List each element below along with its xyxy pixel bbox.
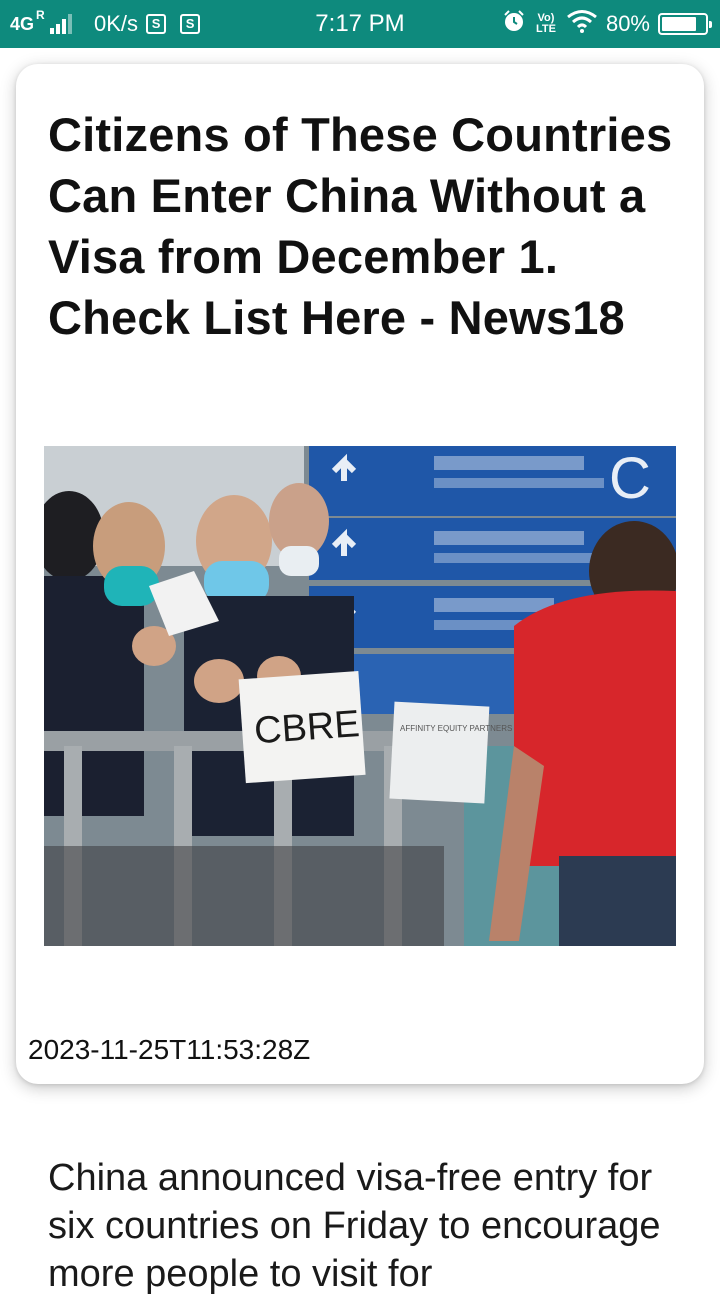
article-card[interactable]: Citizens of These Countries Can Enter Ch… [16,64,704,1084]
battery-icon [658,13,712,35]
article-summary: China announced visa-free entry for six … [48,1157,661,1295]
overhead-letter: C [609,446,651,511]
app-notification-icon: S [146,14,167,34]
sign-cbre: CBRE [253,703,361,752]
article-headline[interactable]: Citizens of These Countries Can Enter Ch… [48,104,678,348]
article-photo: C CBRE AFFINITY EQUITY PARTNERS [44,446,676,946]
status-right: Vo) LTE 80% [502,0,712,48]
volte-icon: Vo) LTE [535,12,556,35]
alarm-icon [502,9,526,39]
signal-icon [50,14,73,34]
status-bar: 4G R 0K/s S S 7:17 PM Vo) LTE 80% [0,0,720,48]
status-left: 4G R 0K/s S S [10,0,201,48]
wifi-icon [566,9,598,39]
network-type: 4G R [10,7,45,34]
article-timestamp: 2023-11-25T11:53:28Z [28,1034,311,1065]
sign-affinity: AFFINITY EQUITY PARTNERS [400,724,512,733]
network-speed: 0K/s [94,11,139,36]
airport-scene-illustration: C CBRE AFFINITY EQUITY PARTNERS [44,446,676,946]
app-notification-icon-2: S [180,14,201,34]
battery-percent: 80% [605,11,650,36]
